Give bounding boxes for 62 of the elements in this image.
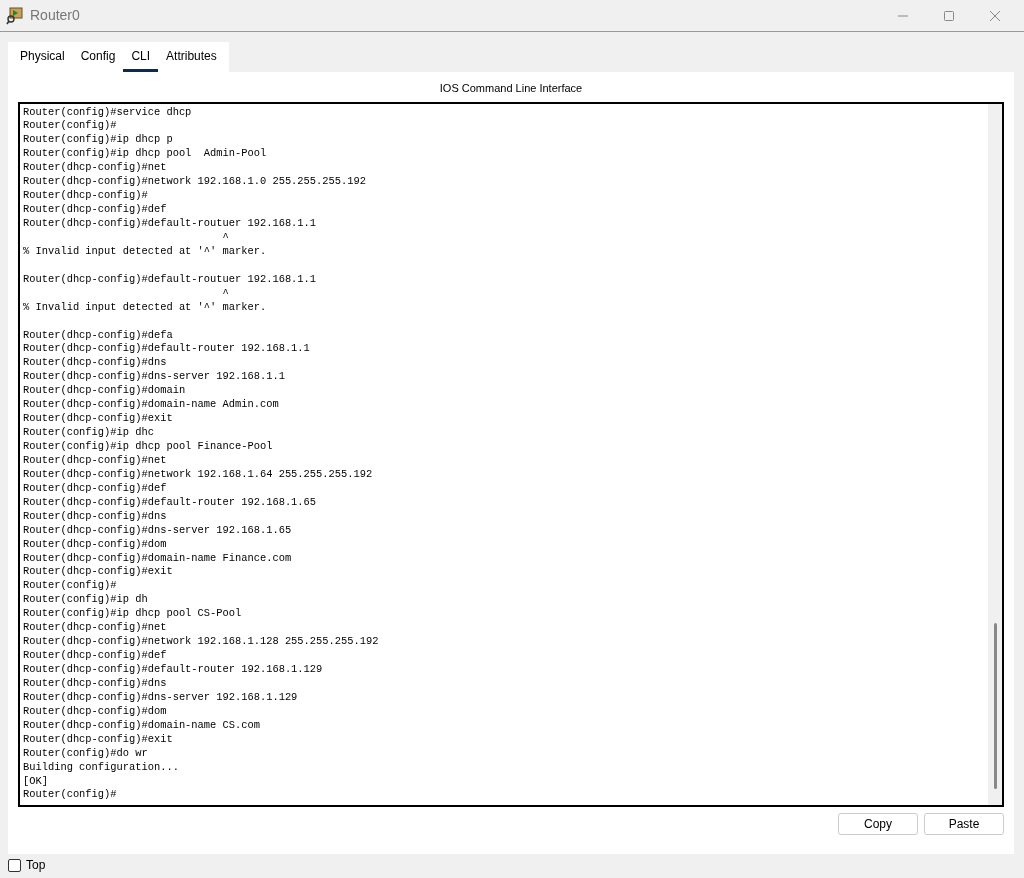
terminal-line: Router(dhcp-config)#network 192.168.1.64 255.255.255.192: [23, 467, 374, 482]
terminal-line: Router(dhcp-config)#def: [23, 203, 168, 217]
terminal-line: Router(config)#ip dhcp pool CS-Pool: [23, 607, 243, 622]
terminal-line: Router(dhcp-config)#default-router 192.168.1.1: [23, 342, 311, 357]
terminal-line: Router(config)#: [23, 788, 118, 803]
terminal-line: Router(dhcp-config)#def: [23, 649, 168, 664]
terminal-line: Router(dhcp-config)#dns: [23, 676, 168, 691]
terminal-line: Router(dhcp-config)#dns: [23, 509, 168, 524]
terminal-line: Router(dhcp-config)#default-router 192.168.1.129: [23, 663, 324, 677]
terminal-line: Router(config)#ip dh: [23, 593, 149, 608]
terminal-line: Router(config)#ip dhc: [23, 426, 155, 441]
terminal-line: Router(config)#service dhcp: [23, 105, 193, 120]
terminal-line: Router(dhcp-config)#default-routuer 192.168.1.1: [23, 271, 318, 287]
terminal-line: Router(dhcp-config)#exit: [23, 732, 174, 747]
terminal-line: % Invalid input detected at '^' marker.: [23, 244, 268, 259]
terminal-line: Router(dhcp-config)#net: [23, 621, 168, 636]
terminal-line: Router(dhcp-config)#exit: [23, 565, 174, 580]
terminal-line: Building configuration...: [23, 760, 180, 775]
terminal-line: ^: [221, 230, 230, 245]
terminal-line: Router(dhcp-config)#dns-server 192.168.1.65: [23, 523, 293, 538]
terminal-line: Router(config)#ip dhcp pool Admin-Pool: [23, 147, 268, 162]
tab[interactable]: Attributes: [158, 42, 225, 72]
close-icon: [989, 9, 1001, 22]
action-button[interactable]: Copy: [838, 812, 918, 835]
terminal-line: Router(dhcp-config)#dom: [23, 537, 168, 552]
terminal-line: Router(dhcp-config)#def: [23, 481, 168, 496]
terminal-line: Router(config)#ip dhcp p: [23, 133, 174, 148]
window-title: Router0: [30, 6, 80, 25]
tab[interactable]: Physical: [12, 42, 73, 72]
scroll-thumb[interactable]: [993, 622, 997, 789]
panel-heading: IOS Command Line Interface: [438, 81, 584, 96]
terminal-line: Router(dhcp-config)#domain-name Admin.com: [23, 398, 280, 413]
checkbox[interactable]: [8, 858, 21, 872]
terminal-line: Router(dhcp-config)#network 192.168.1.0 255.255.255.192: [23, 175, 367, 190]
terminal-line: Router(dhcp-config)#dns: [23, 356, 168, 371]
terminal-line: Router(config)#: [23, 119, 118, 134]
terminal-line: Router(dhcp-config)#network 192.168.1.128 255.255.255.192: [23, 635, 380, 650]
checkbox-label[interactable]: Top: [26, 858, 46, 872]
terminal-line: Router(dhcp-config)#domain: [23, 384, 187, 399]
terminal-line: Router(dhcp-config)#net: [23, 161, 168, 176]
terminal-line: Router(dhcp-config)#dns-server 192.168.1.1: [23, 370, 286, 385]
terminal-line: ^: [221, 286, 230, 301]
scrollbar[interactable]: [988, 103, 1002, 805]
tab[interactable]: Config: [72, 42, 124, 72]
terminal-line: Router(config)#: [23, 579, 118, 594]
terminal-line: Router(dhcp-config)#default-router 192.168.1.65: [23, 495, 318, 510]
terminal-line: % Invalid input detected at '^' marker.: [23, 300, 268, 315]
terminal-line: Router(config)#ip dhcp pool Finance-Pool: [23, 440, 274, 454]
router-icon: [6, 6, 24, 25]
terminal-line: Router(dhcp-config)#exit: [23, 412, 174, 427]
terminal-line: Router(dhcp-config)#default-routuer 192.168.1.1: [23, 217, 318, 231]
maximize-icon: [943, 9, 955, 22]
terminal-line: Router(dhcp-config)#net: [23, 453, 168, 468]
action-button[interactable]: Paste: [924, 812, 1004, 835]
terminal-line: Router(dhcp-config)#: [23, 189, 149, 204]
terminal-line: Router(dhcp-config)#domain-name CS.com: [23, 718, 261, 733]
terminal-line: Router(config)#do wr: [23, 746, 149, 761]
terminal-line: [OK]: [23, 774, 49, 789]
terminal-line: Router(dhcp-config)#dom: [23, 704, 168, 719]
terminal-line: Router(dhcp-config)#domain-name Finance.com: [23, 551, 293, 566]
terminal-line: Router(dhcp-config)#dns-server 192.168.1.129: [23, 690, 299, 705]
terminal-line: Router(dhcp-config)#defa: [23, 327, 174, 343]
